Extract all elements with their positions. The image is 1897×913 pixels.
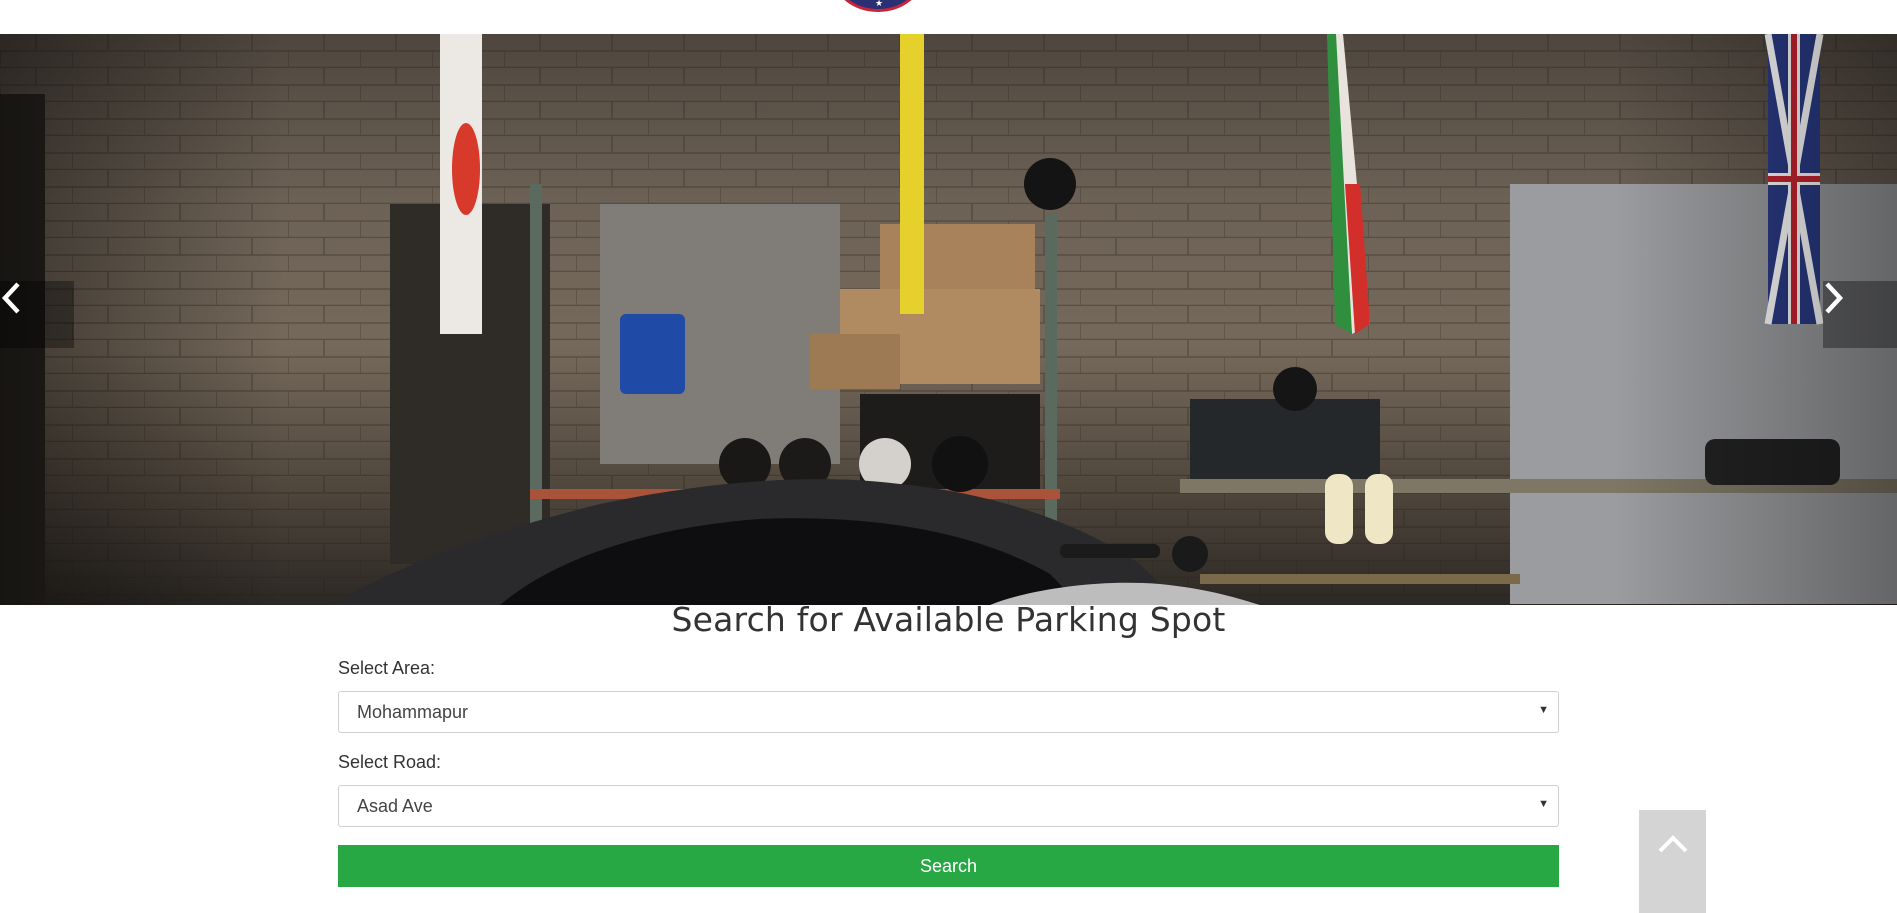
site-logo[interactable]: ★ [832,0,924,12]
area-label: Select Area: [338,658,436,678]
chevron-right-icon [1825,282,1844,314]
caret-down-icon: ▼ [1538,798,1549,810]
scroll-to-top-button[interactable] [1639,810,1706,913]
garage-photo [0,34,1897,605]
hero-carousel [0,34,1897,605]
area-select[interactable]: Mohammapur ▼ [338,691,1559,733]
road-select[interactable]: Asad Ave ▼ [338,785,1559,827]
carousel-next-button[interactable] [1823,281,1897,348]
caret-down-icon: ▼ [1538,704,1549,716]
chevron-up-icon [1658,835,1687,853]
road-label: Select Road: [338,752,442,772]
carousel-prev-button[interactable] [0,281,74,348]
chevron-left-icon [1,282,20,314]
search-button[interactable]: Search [338,845,1559,887]
star-icon: ★ [875,0,884,8]
top-header: ★ [0,0,1897,34]
area-select-value: Mohammapur [357,701,469,722]
road-select-value: Asad Ave [357,795,433,816]
search-title: Search for Available Parking Spot [671,600,1226,639]
